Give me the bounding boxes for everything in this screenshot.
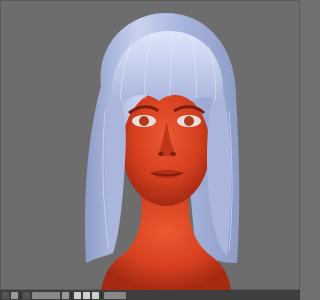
3d-viewport[interactable] bbox=[0, 0, 300, 291]
mode-dropdown[interactable] bbox=[32, 291, 60, 299]
layer-2-icon[interactable] bbox=[83, 291, 90, 299]
display-icon[interactable] bbox=[23, 291, 30, 299]
separator bbox=[101, 291, 102, 299]
mode-icon[interactable] bbox=[62, 291, 69, 299]
camera-icon[interactable] bbox=[11, 291, 18, 299]
zoom-field[interactable] bbox=[104, 291, 126, 299]
separator bbox=[20, 291, 21, 299]
layer-3-icon[interactable] bbox=[92, 291, 99, 299]
separator bbox=[71, 291, 72, 299]
head-model-render bbox=[84, 13, 240, 291]
view-menu-icon[interactable] bbox=[2, 291, 9, 299]
viewport-header-bar bbox=[0, 290, 300, 300]
layer-1-icon[interactable] bbox=[74, 291, 81, 299]
